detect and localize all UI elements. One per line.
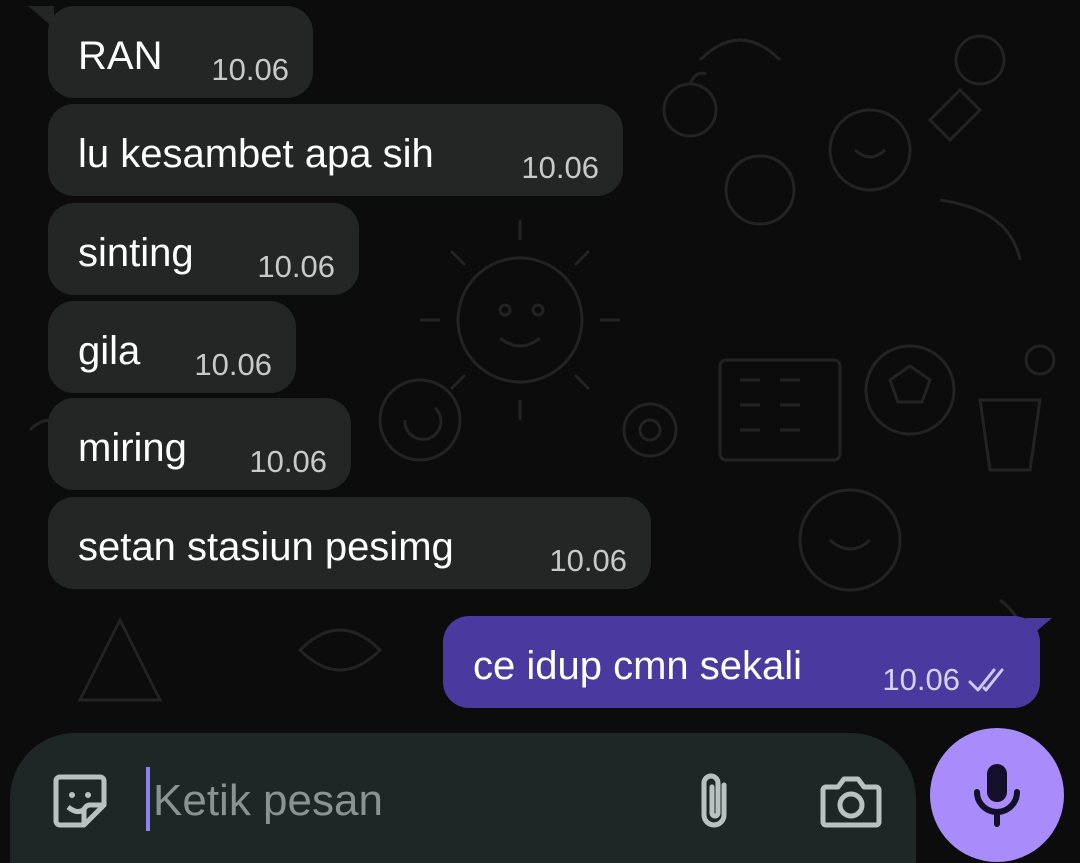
message-text: ce idup cmn sekali xyxy=(473,644,803,688)
incoming-message[interactable]: RAN 10.06 xyxy=(48,6,313,98)
message-text: sinting xyxy=(78,231,194,275)
double-check-icon xyxy=(968,668,1004,692)
message-text: setan stasiun pesimg xyxy=(78,525,454,569)
microphone-icon xyxy=(974,764,1020,827)
message-input-bar: Ketik pesan xyxy=(10,733,916,863)
message-time: 10.06 xyxy=(257,249,335,284)
message-text: gila xyxy=(78,329,141,373)
text-caret xyxy=(146,767,150,831)
message-time: 10.06 xyxy=(521,150,599,185)
message-text: lu kesambet apa sih xyxy=(78,132,434,176)
message-time: 10.06 xyxy=(249,444,327,479)
camera-icon[interactable] xyxy=(820,773,882,829)
chat-screen: RAN 10.06 lu kesambet apa sih 10.06 sint… xyxy=(0,0,1080,863)
message-text: miring xyxy=(78,426,187,470)
voice-record-button[interactable] xyxy=(930,728,1064,862)
incoming-message[interactable]: lu kesambet apa sih 10.06 xyxy=(48,104,623,196)
message-time: 10.06 xyxy=(211,52,289,87)
incoming-message[interactable]: setan stasiun pesimg 10.06 xyxy=(48,497,651,589)
message-time: 10.06 xyxy=(882,662,960,697)
message-input[interactable]: Ketik pesan xyxy=(153,773,383,829)
message-time: 10.06 xyxy=(194,347,272,382)
message-text: RAN xyxy=(78,34,163,78)
incoming-message[interactable]: miring 10.06 xyxy=(48,398,351,490)
incoming-message[interactable]: sinting 10.06 xyxy=(48,203,359,295)
paperclip-icon[interactable] xyxy=(692,769,740,833)
message-time: 10.06 xyxy=(549,543,627,578)
sticker-icon[interactable] xyxy=(50,771,110,831)
incoming-message[interactable]: gila 10.06 xyxy=(48,301,296,393)
outgoing-message[interactable]: ce idup cmn sekali 10.06 xyxy=(443,616,1040,708)
